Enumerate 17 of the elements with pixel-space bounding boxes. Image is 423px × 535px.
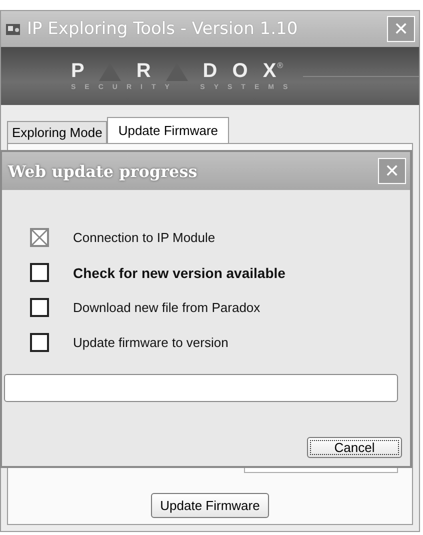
logo-letter: D [202,61,218,81]
logo-letter: P [71,61,84,81]
dialog-title: Web update progress [8,162,198,180]
step-label: Connection to IP Module [73,230,216,245]
tab[interactable]: Update Firmware [107,117,230,143]
logo-letter: O [232,61,248,81]
update-firmware-button[interactable]: Update Firmware [151,493,269,518]
step-label: Update firmware to version [73,335,228,350]
tab[interactable]: Exploring Mode [7,121,108,143]
window-title: IP Exploring Tools - Version 1.10 [27,19,299,39]
logo-letter: X [262,61,276,81]
app-icon [5,22,21,36]
cancel-button[interactable]: Cancel [307,437,402,458]
logo-letter: R [136,61,151,81]
registered-mark: ® [277,61,284,70]
step-label: Check for new version available [73,264,286,280]
step-label: Download new file from Paradox [73,300,260,315]
